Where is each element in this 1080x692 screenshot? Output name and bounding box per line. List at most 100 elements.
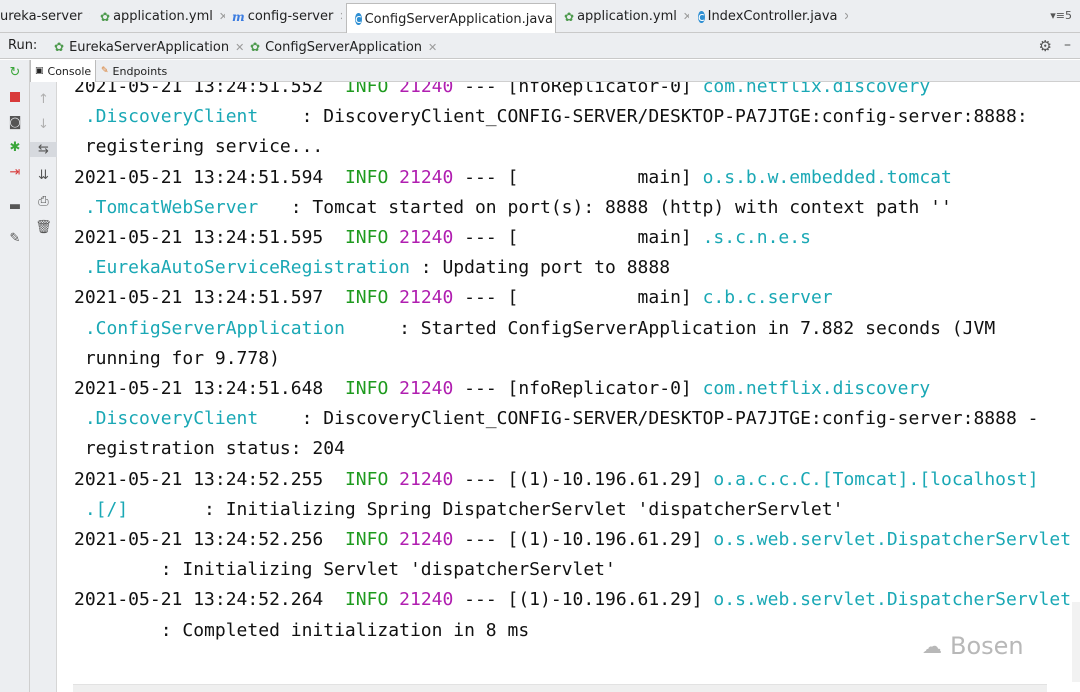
log-segment-plain: : Updating port to 8888 [409, 257, 671, 279]
watermark-text: Bosen [950, 632, 1024, 660]
editor-tab-config-server[interactable]: m config-server ✕ [232, 3, 342, 30]
log-segment-plain [388, 469, 399, 490]
log-segment-plain: running for 9.778) [74, 347, 280, 369]
arrow-down-icon[interactable]: ↓ [30, 117, 57, 132]
wechat-icon: ☁ [922, 634, 942, 658]
run-tab-eureka[interactable]: ✿ EurekaServerApplication ✕ [54, 37, 244, 57]
console-output[interactable]: 2021-05-21 13:24:51.552 INFO 21240 --- [… [58, 82, 1080, 692]
log-segment-cyan: o.s.web.servlet.DispatcherServlet [713, 529, 1072, 550]
log-segment-plain: --- [nfoReplicator-0] [453, 378, 703, 399]
rerun-icon[interactable]: ↻ [0, 65, 30, 80]
log-line: : Initializing Servlet 'dispatcherServle… [74, 560, 616, 590]
log-segment-cyan: .s.c.n.e.s [702, 227, 811, 248]
log-segment-info: INFO [344, 589, 389, 611]
close-icon[interactable]: ✕ [88, 10, 90, 23]
log-segment-info: INFO [344, 468, 389, 490]
log-segment-plain: : Initializing Spring DispatcherServlet … [128, 498, 844, 520]
console-subtabs: ▣ Console ✎ Endpoints [30, 60, 1080, 82]
stop-icon[interactable] [0, 91, 30, 106]
run-toolbar: ↻ ◙ ✱ ⇥ ▬ ✎ [0, 60, 30, 692]
log-segment-info: INFO [344, 287, 389, 309]
log-line: .ConfigServerApplication : Started Confi… [74, 317, 996, 349]
layout-icon[interactable]: ▬ [0, 199, 30, 214]
log-segment-pid: 21240 [399, 82, 454, 97]
close-icon[interactable]: ✕ [844, 10, 848, 23]
log-segment-plain: : DiscoveryClient_CONFIG-SERVER/DESKTOP-… [258, 408, 1039, 430]
log-segment-plain: --- [nfoReplicator-0] [453, 82, 703, 97]
log-segment-cyan: com.netflix.discovery [702, 378, 931, 399]
log-segment-cyan: .TomcatWebServer [74, 196, 259, 218]
yml-icon: ✿ [100, 9, 111, 24]
log-segment-plain [388, 529, 399, 550]
close-icon[interactable]: ✕ [339, 10, 342, 23]
log-segment-plain [388, 287, 399, 308]
log-segment-pid: 21240 [399, 468, 454, 490]
log-segment-cyan: c.b.c.server [702, 287, 833, 309]
log-line: : Completed initialization in 8 ms [74, 619, 530, 651]
editor-tab-config-server-application[interactable]: c ConfigServerApplication.java ✕ [346, 3, 556, 34]
arrow-up-icon[interactable]: ↑ [30, 92, 57, 107]
log-segment-ts: 2021-05-21 13:24:52.255 [74, 468, 345, 490]
editor-tab-bar: ureka-server ✕ ✿ application.yml ✕ m con… [0, 0, 1080, 34]
exit-icon[interactable]: ⇥ [0, 165, 30, 180]
soft-wrap-icon[interactable]: ⇆ [30, 142, 57, 157]
log-line: .EurekaAutoServiceRegistration : Updatin… [74, 258, 670, 288]
scroll-to-end-icon[interactable]: ⇊ [30, 168, 57, 183]
print-icon[interactable]: ⎙ [30, 194, 57, 209]
log-segment-plain: --- [ main] [453, 227, 703, 248]
tab-label: config-server [247, 9, 334, 24]
console-toolbar: ↑ ↓ ⇆ ⇊ ⎙ 🗑 [30, 82, 57, 692]
log-segment-pid: 21240 [399, 589, 454, 611]
log-segment-plain [388, 589, 399, 610]
pin-icon[interactable]: ✎ [0, 231, 30, 246]
log-segment-ts: 2021-05-21 13:24:52.256 [74, 529, 345, 550]
tab-label: ureka-server [0, 9, 83, 24]
log-segment-cyan: .ConfigServerApplication [74, 317, 345, 339]
class-icon: c [355, 12, 362, 26]
editor-tab-application-yml-2[interactable]: ✿ application.yml ✕ [564, 3, 689, 30]
run-tab-config-server[interactable]: ✿ ConfigServerApplication ✕ [250, 37, 437, 57]
log-line: 2021-05-21 13:24:52.255 INFO 21240 --- [… [74, 468, 1039, 500]
editor-tab-index-controller[interactable]: c IndexController.java ✕ [698, 3, 848, 30]
trash-icon[interactable]: 🗑 [30, 220, 57, 235]
class-icon: c [698, 9, 705, 24]
close-icon[interactable]: ✕ [428, 41, 437, 54]
horizontal-scrollbar[interactable] [73, 684, 1047, 692]
gear-icon[interactable]: ⚙ [1039, 37, 1052, 55]
editor-tab-eureka-server[interactable]: ureka-server ✕ [0, 3, 90, 30]
log-line: 2021-05-21 13:24:51.648 INFO 21240 --- [… [74, 379, 930, 409]
log-segment-plain: : Completed initialization in 8 ms [74, 619, 530, 641]
log-line: .DiscoveryClient : DiscoveryClient_CONFI… [74, 107, 1028, 137]
log-segment-info: INFO [344, 82, 389, 97]
log-segment-pid: 21240 [399, 378, 454, 399]
camera-icon[interactable]: ◙ [0, 115, 30, 130]
log-segment-info: INFO [344, 166, 389, 188]
close-icon[interactable]: ✕ [235, 41, 244, 54]
vertical-scrollbar[interactable] [1072, 602, 1080, 682]
close-icon[interactable]: ✕ [683, 10, 689, 23]
tab-endpoints[interactable]: ✎ Endpoints [97, 60, 171, 82]
debug-bug-icon[interactable]: ✱ [0, 140, 30, 155]
minimize-icon[interactable]: – [1064, 37, 1071, 53]
log-segment-info: INFO [344, 378, 389, 399]
tab-overflow-button[interactable]: ▾≡5 [1050, 9, 1072, 22]
log-segment-cyan: .[/] [74, 498, 129, 520]
log-segment-plain: : Started ConfigServerApplication in 7.8… [344, 317, 996, 339]
tab-label: IndexController.java [707, 9, 838, 24]
spring-boot-icon: ✿ [250, 40, 261, 54]
close-icon[interactable]: ✕ [219, 10, 225, 23]
tab-label: ConfigServerApplication.java [364, 11, 553, 27]
log-segment-pid: 21240 [399, 287, 454, 309]
yml-icon: ✿ [564, 9, 575, 24]
log-segment-plain [388, 227, 399, 248]
endpoints-icon: ✎ [101, 66, 109, 76]
log-line: 2021-05-21 13:24:52.264 INFO 21240 --- [… [74, 590, 1071, 620]
console-icon: ▣ [35, 66, 44, 76]
tab-console[interactable]: ▣ Console [30, 60, 97, 82]
log-line: 2021-05-21 13:24:51.595 INFO 21240 --- [… [74, 228, 811, 258]
log-segment-plain: registration status: 204 [74, 438, 345, 460]
log-line: 2021-05-21 13:24:52.256 INFO 21240 --- [… [74, 530, 1071, 560]
editor-tab-application-yml-1[interactable]: ✿ application.yml ✕ [100, 3, 225, 30]
log-segment-pid: 21240 [399, 227, 454, 248]
log-segment-pid: 21240 [399, 166, 454, 188]
